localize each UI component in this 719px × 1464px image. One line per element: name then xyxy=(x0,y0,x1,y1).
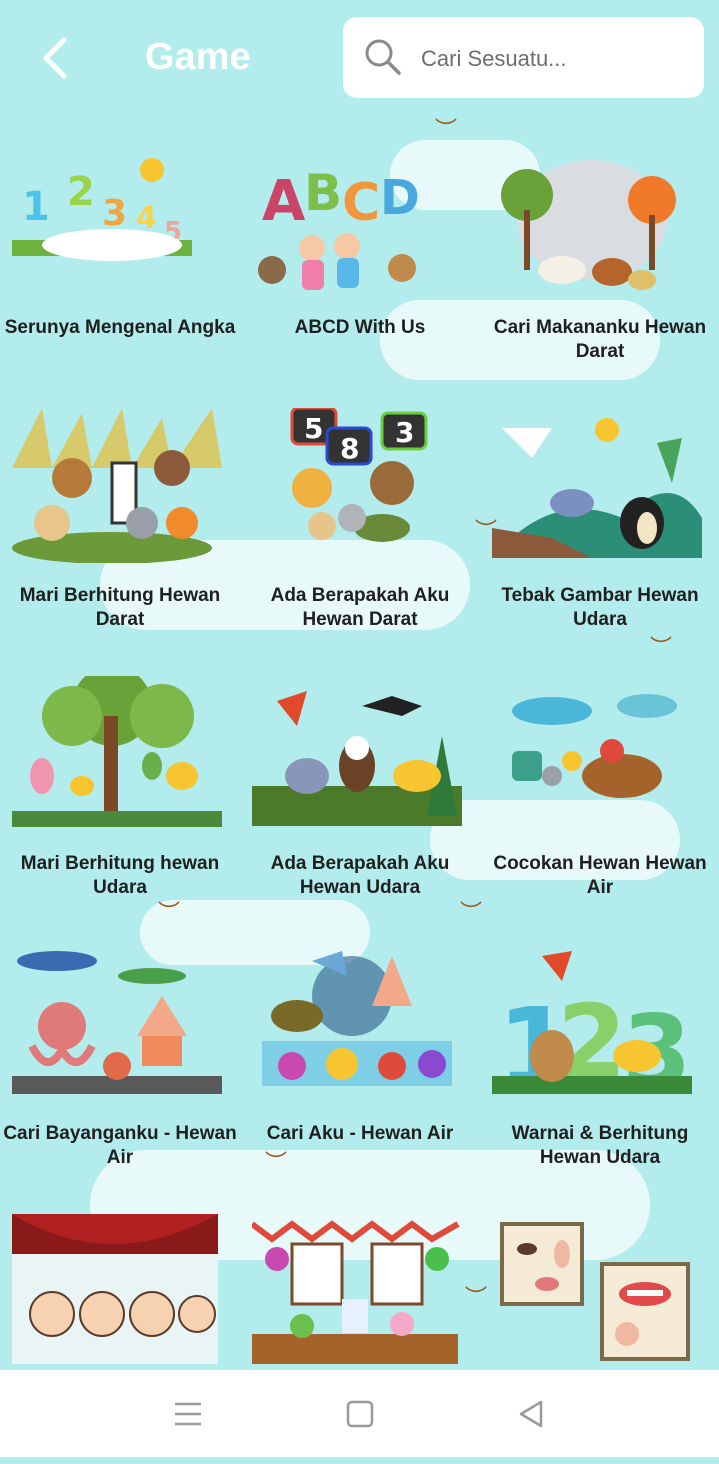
flying-illustration xyxy=(252,691,462,826)
svg-text:3: 3 xyxy=(395,416,414,449)
numbers-illustration: 12345 xyxy=(12,158,192,261)
search-icon xyxy=(365,39,401,75)
game-card-label: Ada Berapakah Aku Hewan Darat xyxy=(270,585,450,630)
game-card-label: Tebak Gambar Hewan Udara xyxy=(501,585,699,630)
svg-text:C: C xyxy=(342,173,380,233)
counting-land-illustration: 58 3 xyxy=(290,408,428,542)
game-card-label: Cari Aku - Hewan Air xyxy=(266,1123,454,1144)
game-card-label: Mari Berhitung hewan Udara xyxy=(20,853,220,898)
birds-illustration xyxy=(492,418,702,558)
svg-text:D: D xyxy=(380,170,420,226)
svg-text:3: 3 xyxy=(102,193,127,234)
search-input[interactable] xyxy=(419,41,693,77)
game-card[interactable]: Mari Berhitung Hewan Darat xyxy=(0,408,240,658)
game-card[interactable]: Cari Aku - Hewan Air xyxy=(240,946,480,1196)
page-title: Game xyxy=(145,36,251,78)
game-card[interactable]: Ada Berapakah Aku Hewan Udara xyxy=(240,676,480,926)
body-illustration xyxy=(500,1222,690,1361)
back-button[interactable] xyxy=(34,32,86,84)
chevron-left-icon xyxy=(43,37,67,79)
game-card-label: Cari Bayanganku - Hewan Air xyxy=(3,1123,237,1168)
svg-text:5: 5 xyxy=(304,412,323,445)
game-card-label: Ada Berapakah Aku Hewan Udara xyxy=(270,853,450,898)
system-nav-bar xyxy=(0,1370,719,1457)
game-card-label: Serunya Mengenal Angka xyxy=(4,317,236,338)
sea-illustration xyxy=(512,694,677,798)
color-count-illustration: 123 xyxy=(492,951,692,1101)
nav-back-button[interactable] xyxy=(515,1398,547,1430)
svg-text:8: 8 xyxy=(340,432,359,465)
nav-home-button[interactable] xyxy=(344,1398,376,1430)
menu-icon xyxy=(175,1402,201,1426)
game-card[interactable]: 1 2 3 4 5 Serunya Mengenal Angka xyxy=(0,140,240,390)
game-card[interactable]: Cocokan Hewan Hewan Air xyxy=(480,676,719,926)
farm-illustration xyxy=(501,160,676,290)
game-card[interactable]: A B C D ABCD With Us xyxy=(240,140,480,390)
octopus-illustration xyxy=(12,951,222,1094)
svg-text:1: 1 xyxy=(22,184,50,230)
app-header: Game xyxy=(0,0,719,120)
game-card[interactable]: Mari Berhitung hewan Udara xyxy=(0,676,240,926)
game-card[interactable]: 123 Warnai & Berhitung Hewan Udara xyxy=(480,946,719,1196)
game-card-label: Warnai & Berhitung Hewan Udara xyxy=(511,1123,689,1168)
food-illustration xyxy=(252,1220,460,1364)
tree-birds-illustration xyxy=(12,676,222,827)
game-card[interactable]: Cari Makananku Hewan Darat xyxy=(480,140,719,390)
game-card-label: ABCD With Us xyxy=(294,317,426,338)
nav-menu-button[interactable] xyxy=(172,1398,204,1430)
land-animals-illustration xyxy=(12,408,222,563)
triangle-back-icon xyxy=(519,1400,543,1428)
reef-illustration xyxy=(262,951,452,1086)
abcd-illustration: AB C D xyxy=(258,164,420,290)
game-card[interactable]: 5 8 3 Ada Berapakah Aku Hewan Darat xyxy=(240,408,480,658)
game-card-label: Cari Makananku Hewan Darat xyxy=(493,317,707,362)
square-icon xyxy=(346,1400,374,1428)
game-card-label: Cocokan Hewan Hewan Air xyxy=(493,853,707,898)
game-card[interactable]: Cari Bayanganku - Hewan Air xyxy=(0,946,240,1196)
svg-text:2: 2 xyxy=(67,169,95,215)
search-box[interactable] xyxy=(343,17,704,98)
svg-text:B: B xyxy=(304,164,342,222)
svg-text:A: A xyxy=(262,169,306,234)
game-card[interactable]: Tebak Gambar Hewan Udara xyxy=(480,408,719,658)
game-card-label: Mari Berhitung Hewan Darat xyxy=(19,585,221,630)
hands-illustration xyxy=(12,1214,218,1364)
